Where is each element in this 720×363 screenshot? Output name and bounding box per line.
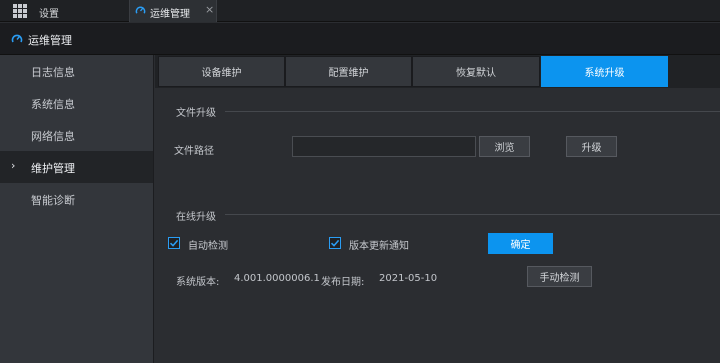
tab-config-maintenance[interactable]: 配置维护 — [285, 56, 412, 87]
grid-icon — [13, 4, 27, 18]
auto-check-label: 自动检测 — [188, 241, 228, 252]
close-icon[interactable]: × — [205, 3, 214, 16]
main-content: 设备维护 配置维护 恢复默认 系统升级 文件升级 文件路径 浏览 升级 在线升级… — [155, 55, 720, 363]
tab-settings-label: 设置 — [39, 9, 59, 20]
gauge-icon — [135, 6, 146, 14]
auto-check-checkbox[interactable] — [168, 237, 180, 249]
sidebar-item-system-info[interactable]: 系统信息 — [0, 87, 153, 119]
file-path-label: 文件路径 — [174, 146, 214, 157]
sidebar-item-label: 智能诊断 — [31, 194, 75, 207]
update-notify-label: 版本更新通知 — [349, 241, 409, 252]
confirm-button[interactable]: 确定 — [488, 233, 553, 254]
system-version-value: 4.001.0000006.1 — [234, 273, 320, 284]
system-version-label: 系统版本: — [176, 277, 220, 288]
sidebar-item-label: 系统信息 — [31, 98, 75, 111]
manual-check-button[interactable]: 手动检测 — [527, 266, 592, 287]
section-divider — [225, 214, 720, 215]
gauge-icon — [11, 34, 23, 43]
tab-ops-management[interactable]: 运维管理 × — [129, 0, 217, 22]
sidebar-item-log-info[interactable]: 日志信息 — [0, 55, 153, 87]
page-title-bar: 运维管理 — [0, 23, 720, 55]
page-title: 运维管理 — [28, 34, 72, 47]
top-tab-bar: 设置 运维管理 × — [0, 0, 720, 22]
tab-system-upgrade[interactable]: 系统升级 — [541, 56, 668, 87]
release-date-value: 2021-05-10 — [379, 273, 438, 284]
file-upgrade-section-title: 文件升级 — [176, 108, 216, 119]
browse-button[interactable]: 浏览 — [479, 136, 530, 157]
upgrade-button[interactable]: 升级 — [566, 136, 617, 157]
online-upgrade-section-title: 在线升级 — [176, 212, 216, 223]
tab-device-maintenance[interactable]: 设备维护 — [158, 56, 285, 87]
tab-bar: 设备维护 配置维护 恢复默认 系统升级 — [155, 55, 720, 88]
checkmark-icon — [169, 239, 179, 247]
chevron-right-icon: › — [11, 159, 16, 172]
sidebar-item-label: 日志信息 — [31, 66, 75, 79]
sidebar-item-label: 网络信息 — [31, 130, 75, 143]
sidebar: 日志信息 系统信息 网络信息 › 维护管理 智能诊断 — [0, 55, 154, 363]
section-divider — [225, 111, 720, 112]
checkmark-icon — [330, 239, 340, 247]
tab-settings[interactable]: 设置 — [0, 0, 128, 22]
sidebar-item-label: 维护管理 — [31, 162, 75, 175]
file-path-input[interactable] — [292, 136, 476, 157]
tab-restore-default[interactable]: 恢复默认 — [412, 56, 540, 87]
update-notify-checkbox[interactable] — [329, 237, 341, 249]
release-date-label: 发布日期: — [321, 277, 365, 288]
tab-ops-label: 运维管理 — [150, 9, 190, 20]
sidebar-item-smart-diagnosis[interactable]: 智能诊断 — [0, 183, 153, 215]
sidebar-item-maintenance[interactable]: › 维护管理 — [0, 151, 153, 183]
sidebar-item-network-info[interactable]: 网络信息 — [0, 119, 153, 151]
